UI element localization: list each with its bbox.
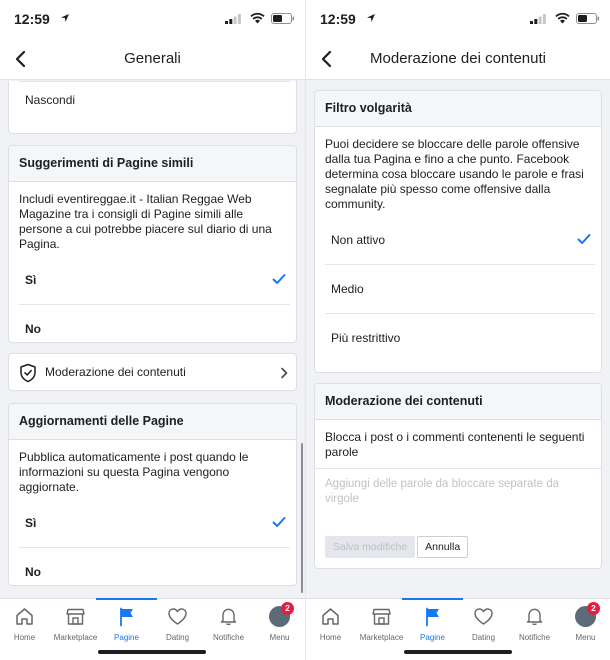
status-time: 12:59	[14, 11, 50, 27]
card-description: Blocca i post o i commenti contenenti le…	[315, 420, 601, 469]
option-row[interactable]: Nascondi	[19, 82, 290, 126]
page-title: Moderazione dei contenuti	[370, 50, 546, 67]
home-indicator	[98, 650, 206, 654]
option-row-off[interactable]: Non attivo	[325, 216, 595, 265]
status-bar: 12:59	[306, 0, 610, 38]
screen-moderazione: 12:59 Moderazione dei contenuti Filtro v…	[305, 0, 610, 660]
content-moderation-card: Moderazione dei contenuti Blocca i post …	[314, 383, 602, 569]
option-row-yes[interactable]: Sì	[19, 256, 290, 305]
chevron-left-icon[interactable]	[10, 48, 32, 70]
option-row-medium[interactable]: Medio	[325, 265, 595, 314]
profanity-filter-card: Filtro volgarità Puoi decidere se blocca…	[314, 90, 602, 373]
signal-icon	[530, 14, 546, 24]
home-icon	[322, 608, 339, 625]
checkmark-icon	[272, 274, 286, 284]
option-row-no[interactable]: No	[19, 548, 290, 585]
page-title: Generali	[124, 50, 181, 67]
form-actions: Salva modifiche Annulla	[325, 536, 469, 558]
notification-badge: 2	[587, 602, 600, 615]
flag-icon	[426, 607, 439, 627]
tab-label: Menu	[575, 633, 596, 642]
signal-icon	[225, 14, 241, 24]
tab-bar: Home Marketplace Pagine Dating Notifiche…	[306, 598, 610, 660]
status-bar: 12:59	[0, 0, 305, 38]
cancel-button[interactable]: Annulla	[417, 536, 469, 558]
option-label: Medio	[331, 282, 364, 296]
option-label: Nascondi	[25, 93, 76, 107]
option-row-strict[interactable]: Più restrittivo	[325, 314, 595, 363]
card-description: Puoi decidere se bloccare delle parole o…	[325, 137, 584, 211]
tab-menu[interactable]: 2 Menu	[249, 599, 305, 647]
card-header: Aggiornamenti delle Pagine	[9, 404, 296, 440]
battery-icon	[576, 13, 600, 24]
shield-icon	[20, 363, 36, 383]
tab-bar: Home Marketplace Pagine Dating Notifiche…	[0, 598, 305, 660]
tab-label: Menu	[269, 633, 290, 642]
card-header: Filtro volgarità	[315, 91, 601, 127]
card-description: Pubblica automaticamente i post quando l…	[19, 450, 249, 494]
heart-icon	[474, 608, 493, 625]
option-label: No	[25, 322, 41, 336]
bell-icon	[220, 608, 237, 626]
status-time: 12:59	[320, 11, 356, 27]
moderation-settings: Filtro volgarità Puoi decidere se blocca…	[306, 81, 610, 598]
chevron-left-icon[interactable]	[316, 48, 338, 70]
option-label: Sì	[25, 516, 37, 530]
page-updates-card: Aggiornamenti delle Pagine Pubblica auto…	[8, 403, 297, 586]
flag-icon	[120, 607, 133, 627]
navbar: Generali	[0, 38, 305, 80]
avatar-image	[289, 613, 290, 627]
wifi-icon	[555, 12, 570, 24]
home-indicator	[404, 650, 512, 654]
settings-list: Nascondi Suggerimenti di Pagine simili I…	[0, 81, 305, 598]
scrollbar[interactable]	[301, 443, 303, 593]
save-button[interactable]: Salva modifiche	[325, 536, 416, 558]
chevron-right-icon	[281, 367, 288, 379]
heart-icon	[168, 608, 187, 625]
checkmark-icon	[577, 234, 591, 244]
option-label: No	[25, 565, 41, 579]
battery-icon	[271, 13, 295, 24]
card-header: Suggerimenti di Pagine simili	[9, 146, 296, 182]
blocked-words-input[interactable]: Aggiungi delle parole da bloccare separa…	[315, 469, 601, 515]
similar-pages-card: Suggerimenti di Pagine simili Includi ev…	[8, 145, 297, 343]
option-row-no[interactable]: No	[19, 305, 290, 342]
option-label: Più restrittivo	[331, 331, 401, 345]
avatar-image	[595, 613, 596, 627]
checkmark-icon	[272, 517, 286, 527]
content-moderation-link[interactable]: Moderazione dei contenuti	[8, 353, 297, 391]
link-label: Moderazione dei contenuti	[45, 365, 186, 379]
marketplace-icon	[66, 608, 85, 625]
location-arrow-icon	[367, 14, 375, 22]
option-row-yes[interactable]: Sì	[19, 499, 290, 548]
home-icon	[16, 608, 33, 625]
wifi-icon	[250, 12, 265, 24]
visibility-card: Nascondi	[8, 81, 297, 134]
navbar: Moderazione dei contenuti	[306, 38, 610, 80]
location-arrow-icon	[61, 14, 69, 22]
option-label: Sì	[25, 273, 37, 287]
card-description: Includi eventireggae.it - Italian Reggae…	[19, 192, 272, 251]
option-label: Non attivo	[331, 233, 386, 247]
marketplace-icon	[372, 608, 391, 625]
bell-icon	[526, 608, 543, 626]
notification-badge: 2	[281, 602, 294, 615]
tab-menu[interactable]: 2 Menu	[555, 599, 610, 647]
screen-generali: 12:59 Generali Nascondi Suggerimenti di …	[0, 0, 305, 660]
card-header: Moderazione dei contenuti	[315, 384, 601, 420]
